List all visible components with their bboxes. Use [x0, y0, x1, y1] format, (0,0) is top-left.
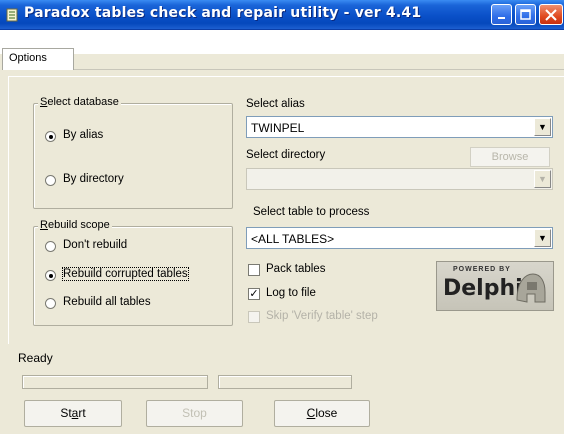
alias-combobox[interactable]: TWINPEL ▼ [246, 116, 553, 138]
label-pack-tables[interactable]: Pack tables [266, 263, 325, 275]
label-skip-verify[interactable]: Skip 'Verify table' step [266, 310, 378, 322]
chevron-down-icon[interactable]: ▼ [534, 118, 551, 136]
tab-strip-area [0, 30, 564, 54]
close-icon [545, 9, 557, 21]
close-button[interactable]: Close [274, 400, 370, 427]
status-text: Ready [18, 351, 53, 365]
close-window-button[interactable] [539, 4, 563, 25]
radio-by-alias[interactable] [45, 131, 56, 142]
label-by-alias[interactable]: By alias [63, 129, 103, 141]
checkbox-skip-verify[interactable] [248, 311, 260, 323]
label-by-directory[interactable]: By directory [63, 173, 124, 185]
label-rebuild-all[interactable]: Rebuild all tables [63, 296, 151, 308]
maximize-button[interactable] [515, 4, 536, 25]
label-log-to-file[interactable]: Log to file [266, 287, 316, 299]
radio-rebuild-all[interactable] [45, 298, 56, 309]
tab-divider [74, 69, 564, 70]
minimize-icon [498, 17, 505, 19]
label-rebuild-corrupted[interactable]: Rebuild corrupted tables [62, 267, 189, 281]
rebuild-scope-title: Rebuild scope [38, 219, 112, 231]
stop-button[interactable]: Stop [146, 400, 243, 427]
table-value: <ALL TABLES> [251, 232, 335, 246]
minimize-button[interactable] [491, 4, 512, 25]
browse-button[interactable]: Browse [470, 147, 550, 167]
radio-by-directory[interactable] [45, 175, 56, 186]
title-bar[interactable]: Paradox tables check and repair utility … [0, 0, 564, 30]
checkbox-log-to-file[interactable]: ✓ [248, 288, 260, 300]
select-database-title: Select database [38, 96, 121, 108]
maximize-icon [520, 9, 531, 20]
radio-dont-rebuild[interactable] [45, 241, 56, 252]
select-table-label: Select table to process [253, 206, 370, 218]
checkbox-pack-tables[interactable] [248, 264, 260, 276]
select-alias-label: Select alias [246, 98, 305, 110]
tab-options[interactable]: Options [2, 48, 74, 70]
app-icon [6, 8, 18, 22]
delphi-helmet-icon [516, 273, 546, 303]
select-database-group: Select database [33, 96, 233, 209]
table-combobox[interactable]: <ALL TABLES> ▼ [246, 227, 553, 249]
logo-powered-by: POWERED BY [453, 266, 511, 273]
chevron-down-icon[interactable]: ▼ [534, 229, 551, 247]
select-directory-label: Select directory [246, 149, 326, 161]
radio-rebuild-corrupted[interactable] [45, 270, 56, 281]
start-button[interactable]: Start [24, 400, 122, 427]
chevron-down-icon[interactable]: ▼ [534, 170, 551, 188]
label-dont-rebuild[interactable]: Don't rebuild [63, 239, 127, 251]
logo-delphi: Delphi [443, 276, 523, 301]
window-title: Paradox tables check and repair utility … [24, 5, 422, 21]
app-window: Paradox tables check and repair utility … [0, 0, 564, 434]
alias-value: TWINPEL [251, 121, 305, 135]
progress-bar-1 [22, 375, 208, 389]
progress-bar-2 [218, 375, 352, 389]
powered-by-delphi-logo: POWERED BY Delphi [436, 261, 554, 311]
directory-combobox[interactable]: ▼ [246, 168, 553, 190]
